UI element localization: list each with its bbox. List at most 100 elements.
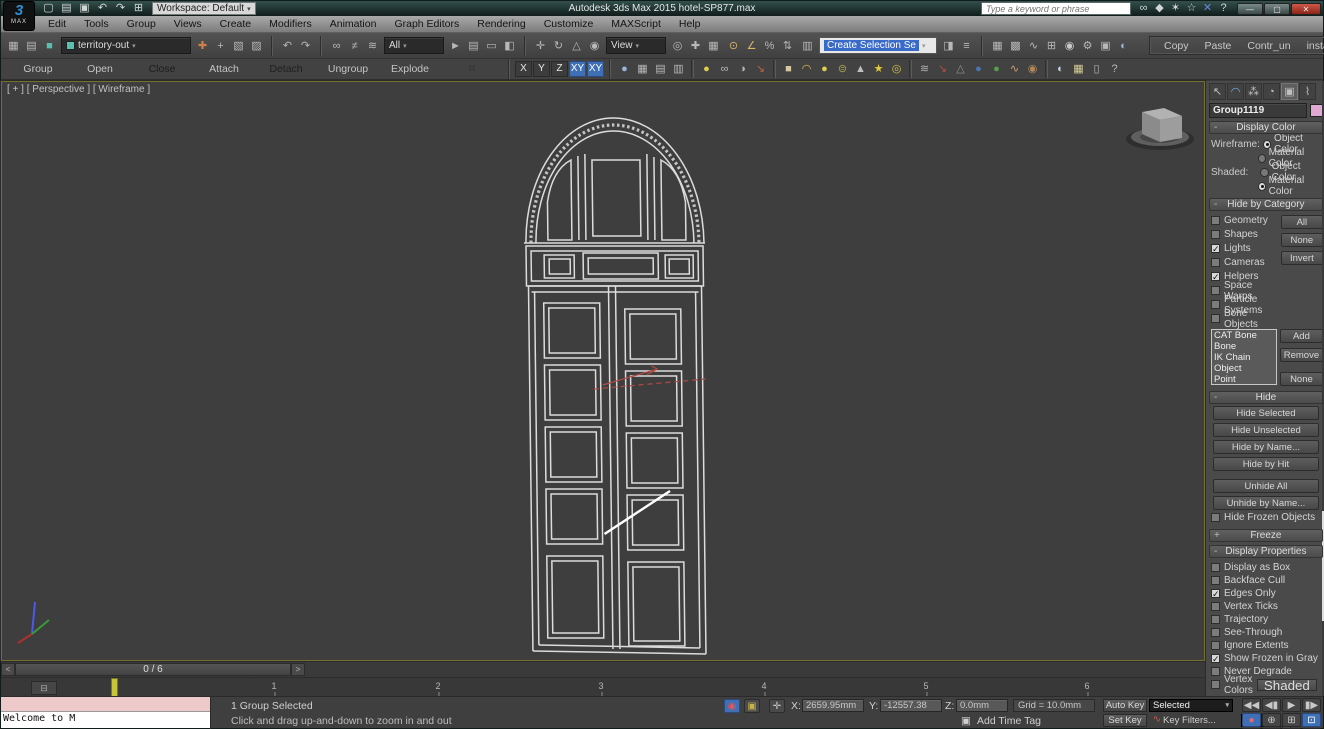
set-current-layer-icon[interactable]: ▨ xyxy=(248,38,265,54)
checkbox-icon[interactable] xyxy=(1211,602,1220,611)
arrow-tool-icon[interactable]: ↘ xyxy=(934,61,951,77)
save-file-icon[interactable]: ▣ xyxy=(77,2,92,15)
add-selection-to-layer-icon[interactable]: + xyxy=(212,38,229,54)
hide-button[interactable]: Hide Unselected xyxy=(1213,423,1319,437)
radio-icon[interactable] xyxy=(1263,140,1271,149)
layer-dropdown[interactable]: territory-out▾ xyxy=(61,37,191,54)
favorites-star-icon[interactable]: ☆ xyxy=(1184,2,1199,15)
redo-icon[interactable]: ↷ xyxy=(113,2,128,15)
y-coordinate-field[interactable]: -12557.38 xyxy=(880,699,942,712)
spray-icon[interactable]: ↘ xyxy=(752,61,769,77)
waves-icon[interactable]: ≋ xyxy=(916,61,933,77)
close-button[interactable]: ✕ xyxy=(1291,3,1321,15)
use-pivot-center-icon[interactable]: ◎ xyxy=(669,38,686,54)
list-button[interactable]: Remove xyxy=(1280,348,1323,362)
radio-icon[interactable] xyxy=(1258,182,1266,191)
category-checkbox-row[interactable]: Bone Objects xyxy=(1211,312,1281,325)
keyboard-override-icon[interactable]: ▦ xyxy=(705,38,722,54)
menu-item[interactable]: Group xyxy=(118,18,165,30)
globe-icon[interactable]: ● xyxy=(970,61,987,77)
radio-icon[interactable] xyxy=(1258,154,1266,163)
checkbox-icon[interactable] xyxy=(1211,300,1220,309)
previous-frame-button[interactable]: < xyxy=(1,663,15,676)
workspace-dropdown[interactable]: Workspace: Default▾ xyxy=(152,2,256,15)
tab-motion[interactable]: ◔ xyxy=(1263,83,1280,100)
align-icon[interactable]: ≡ xyxy=(958,38,975,54)
group-action-button[interactable]: Attach xyxy=(193,63,255,75)
menu-item[interactable]: Help xyxy=(670,18,710,30)
hide-button[interactable]: Hide Selected xyxy=(1213,406,1319,420)
bin-icon[interactable]: ▯ xyxy=(1088,61,1105,77)
display-property-row[interactable]: Trajectory xyxy=(1211,613,1323,626)
menu-item[interactable]: Rendering xyxy=(468,18,534,30)
spinner-snap-icon[interactable]: ⇅ xyxy=(779,38,796,54)
tab-display[interactable]: ▣ xyxy=(1281,83,1298,100)
play-icon[interactable]: ▶ xyxy=(1282,698,1301,712)
group-action-button[interactable]: Close xyxy=(131,63,193,75)
time-slider-grip[interactable]: 0 / 6 xyxy=(15,663,291,676)
display-property-row[interactable]: Show Frozen in Gray xyxy=(1211,652,1323,665)
help-icon[interactable]: ? xyxy=(1216,2,1231,15)
display-property-row[interactable]: Edges Only xyxy=(1211,587,1323,600)
time-slider-marker[interactable] xyxy=(111,678,118,698)
clipboard-button[interactable]: Paste xyxy=(1205,40,1232,52)
display-property-row[interactable]: Vertex Colors Shaded xyxy=(1211,678,1323,691)
unhide-button[interactable]: Unhide All xyxy=(1213,479,1319,493)
zoom-extents-icon[interactable]: ⊡ xyxy=(1302,713,1321,727)
cone-primitive-icon[interactable]: ▲ xyxy=(852,61,869,77)
absolute-mode-icon[interactable]: ✛ xyxy=(769,699,785,713)
render-production-icon[interactable]: ◐ xyxy=(1115,38,1132,54)
tab-modify[interactable]: ◠ xyxy=(1227,83,1244,100)
axis-plane-flyout-button[interactable]: XY xyxy=(587,61,604,77)
time-tag-icon[interactable]: ▣ xyxy=(961,715,971,727)
category-button[interactable]: Invert xyxy=(1281,251,1323,265)
menu-item[interactable]: Tools xyxy=(75,18,118,30)
listbox-item[interactable]: CAT Bone xyxy=(1212,330,1276,341)
angle-snap-icon[interactable]: ∠ xyxy=(743,38,760,54)
hide-button[interactable]: Hide by Hit xyxy=(1213,457,1319,471)
select-and-manipulate-icon[interactable]: ✚ xyxy=(687,38,704,54)
star-primitive-icon[interactable]: ★ xyxy=(870,61,887,77)
x-coordinate-field[interactable]: 2659.95mm xyxy=(802,699,864,712)
building-icon[interactable]: ▦ xyxy=(1070,61,1087,77)
clipboard-button[interactable]: Copy xyxy=(1164,40,1189,52)
object-name-field[interactable]: Group1119 xyxy=(1209,103,1307,118)
select-and-move-icon[interactable]: ✛ xyxy=(532,38,549,54)
sheet-icon[interactable]: ▥ xyxy=(670,61,687,77)
group-action-button[interactable]: Explode xyxy=(379,63,441,75)
add-time-tag[interactable]: Add Time Tag xyxy=(977,715,1041,727)
hide-frozen-checkbox-row[interactable]: Hide Frozen Objects xyxy=(1211,511,1323,524)
axis-y-button[interactable]: Y xyxy=(533,61,550,77)
checkbox-icon[interactable] xyxy=(1211,563,1220,572)
select-and-rotate-icon[interactable]: ↻ xyxy=(550,38,567,54)
group-action-button[interactable]: Open xyxy=(69,63,131,75)
redo-icon[interactable]: ↷ xyxy=(297,38,314,54)
listener-macro-row[interactable] xyxy=(1,697,210,712)
group-action-button[interactable]: Ungroup xyxy=(317,63,379,75)
checkbox-icon[interactable] xyxy=(1211,641,1220,650)
named-selection-set-dropdown[interactable]: Create Selection Se▾ xyxy=(819,37,937,54)
axis-xy-button[interactable]: XY xyxy=(569,61,586,77)
zoom-icon[interactable]: ⊕ xyxy=(1262,713,1281,727)
display-property-row[interactable]: Display as Box xyxy=(1211,561,1323,574)
category-checkbox-row[interactable]: Lights xyxy=(1211,242,1281,255)
isolate-selection-toggle[interactable]: ◉ xyxy=(724,699,740,713)
box-primitive-icon[interactable]: ■ xyxy=(780,61,797,77)
layer-manager-icon[interactable]: ▦ xyxy=(989,38,1006,54)
checkbox-icon[interactable] xyxy=(1211,667,1220,676)
listbox-item[interactable]: Bone xyxy=(1212,341,1276,352)
selection-lock-icon[interactable]: ▣ xyxy=(744,699,760,713)
selection-filter-dropdown[interactable]: All▾ xyxy=(384,37,444,54)
category-checkbox-row[interactable]: Geometry xyxy=(1211,214,1281,227)
rollout-hide[interactable]: -Hide xyxy=(1209,391,1323,404)
tab-utilities[interactable]: ⌇ xyxy=(1299,83,1316,100)
lattice-icon[interactable]: △ xyxy=(952,61,969,77)
perspective-viewport[interactable]: [ + ] [ Perspective ] [ Wireframe ] xyxy=(1,81,1205,661)
display-property-row[interactable]: Vertex Ticks xyxy=(1211,600,1323,613)
curve-editor-icon[interactable]: ∿ xyxy=(1025,38,1042,54)
none-button[interactable]: None xyxy=(1280,372,1323,386)
category-button[interactable]: None xyxy=(1281,233,1323,247)
selection-display-icon[interactable]: ● xyxy=(616,61,633,77)
listener-script-row[interactable]: Welcome to M xyxy=(1,712,210,728)
select-objects-in-layer-icon[interactable]: ▧ xyxy=(230,38,247,54)
